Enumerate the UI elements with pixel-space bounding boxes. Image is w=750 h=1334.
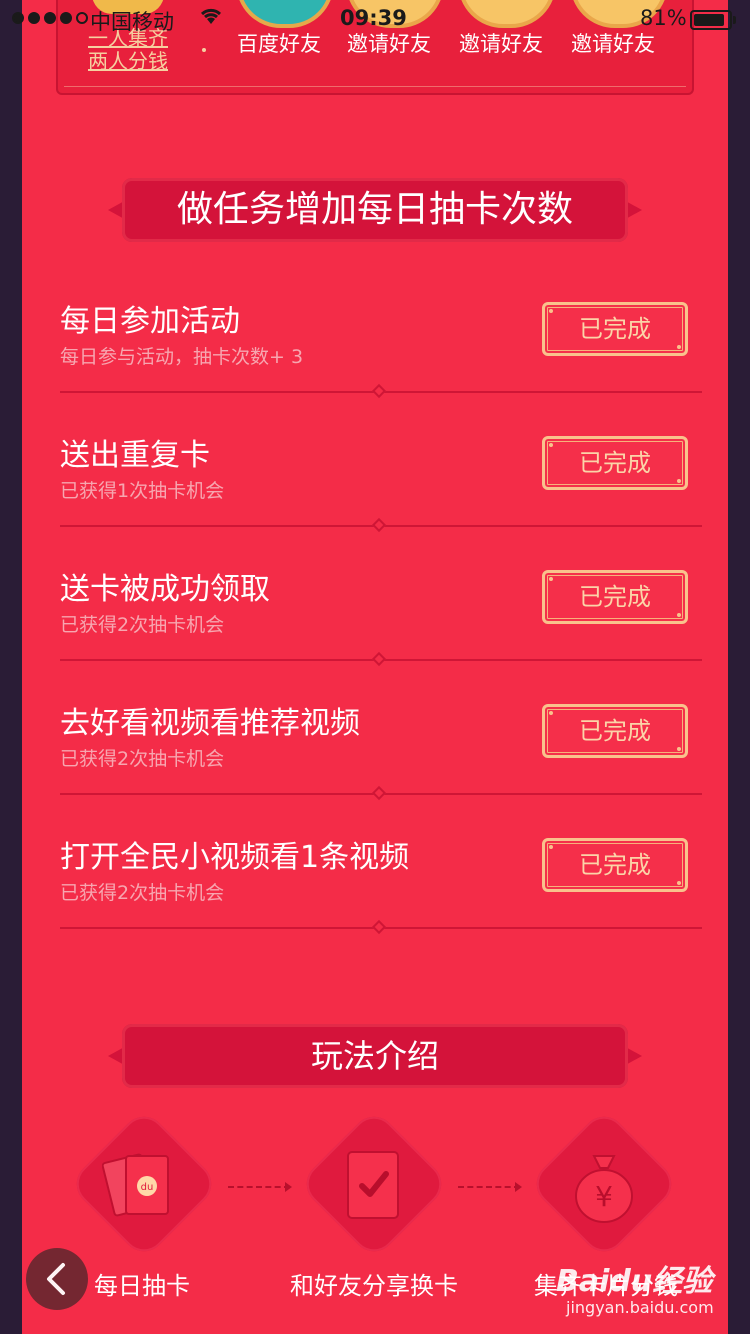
task-subtitle: 已获得2次抽卡机会: [60, 882, 225, 904]
task-title: 送卡被成功领取: [60, 572, 270, 607]
red-envelope-cards-icon: du: [102, 1153, 169, 1217]
divider: [60, 919, 702, 935]
decor-dot: [202, 48, 206, 52]
back-button[interactable]: [26, 1248, 88, 1310]
divider: [60, 383, 702, 399]
step-collect-cards: ¥: [527, 1107, 681, 1261]
tasks-section-header: 做任务增加每日抽卡次数: [108, 178, 642, 242]
divider: [60, 517, 702, 533]
promo-line-2[interactable]: 两人分钱: [88, 45, 168, 74]
rules-section-title: 玩法介绍: [310, 1037, 439, 1075]
task-title: 送出重复卡: [60, 438, 210, 473]
task-item: 打开全民小视频看1条视频 已获得2次抽卡机会 已完成: [60, 832, 702, 966]
wifi-icon: [198, 6, 224, 31]
task-completed-button[interactable]: 已完成: [542, 704, 688, 758]
clock: 09:39: [340, 6, 407, 30]
step-arrow: [458, 1182, 522, 1192]
card-check-icon: [347, 1151, 399, 1219]
divider: [60, 785, 702, 801]
task-completed-button[interactable]: 已完成: [542, 570, 688, 624]
task-completed-button[interactable]: 已完成: [542, 302, 688, 356]
step-label: 和好友分享换卡: [290, 1272, 458, 1300]
step-share-cards: [297, 1107, 451, 1261]
task-completed-button[interactable]: 已完成: [542, 838, 688, 892]
signal-strength-icon: [12, 12, 88, 24]
task-subtitle: 已获得2次抽卡机会: [60, 748, 225, 770]
rules-section-header: 玩法介绍: [108, 1024, 642, 1088]
task-item: 每日参加活动 每日参与活动，抽卡次数+ 3 已完成: [60, 296, 702, 430]
task-subtitle: 已获得2次抽卡机会: [60, 614, 225, 636]
step-arrow: [228, 1182, 292, 1192]
svg-text:du: du: [141, 1182, 154, 1193]
task-completed-button[interactable]: 已完成: [542, 436, 688, 490]
battery-percent: 81%: [640, 6, 687, 30]
watermark-brand: Baidu经验: [556, 1264, 713, 1299]
task-subtitle: 已获得1次抽卡机会: [60, 480, 225, 502]
baidu-watermark: Baidu经验 jingyan.baidu.com: [556, 1256, 714, 1317]
money-bag-icon: ¥: [575, 1155, 633, 1223]
battery-icon: [690, 10, 736, 30]
task-title: 去好看视频看推荐视频: [60, 706, 360, 741]
watermark-url: jingyan.baidu.com: [566, 1298, 714, 1317]
task-item: 送出重复卡 已获得1次抽卡机会 已完成: [60, 430, 702, 564]
chevron-left-icon: [47, 1263, 65, 1295]
step-draw-cards: du: [67, 1107, 221, 1261]
task-title: 打开全民小视频看1条视频: [60, 840, 410, 875]
status-bar: 中国移动 09:39 81%: [0, 0, 750, 40]
task-title: 每日参加活动: [60, 304, 240, 339]
task-subtitle: 每日参与活动，抽卡次数+ 3: [60, 346, 304, 368]
tasks-section-title: 做任务增加每日抽卡次数: [176, 189, 573, 230]
svg-text:¥: ¥: [595, 1180, 613, 1213]
carrier-name: 中国移动: [90, 10, 174, 34]
task-item: 送卡被成功领取 已获得2次抽卡机会 已完成: [60, 564, 702, 698]
task-item: 去好看视频看推荐视频 已获得2次抽卡机会 已完成: [60, 698, 702, 832]
divider: [60, 651, 702, 667]
